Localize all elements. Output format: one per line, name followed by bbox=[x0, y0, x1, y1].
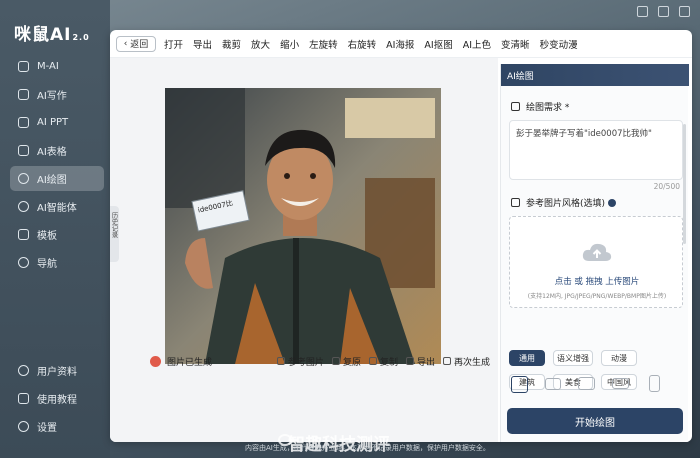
tool-ai-poster[interactable]: AI海报 bbox=[386, 37, 414, 51]
edit-icon bbox=[511, 102, 520, 111]
book-icon bbox=[18, 393, 29, 404]
panel-scrollbar[interactable] bbox=[683, 124, 686, 244]
reference-style-label: 参考图片风格(选填) bbox=[511, 196, 616, 209]
maximize-icon[interactable] bbox=[658, 6, 669, 17]
ratio-1-1[interactable] bbox=[511, 376, 528, 393]
image-action-bar: 图片已生成 参考图片 复原 复制 导出 再次生成 bbox=[140, 352, 490, 370]
table-icon bbox=[18, 145, 29, 156]
refresh-icon bbox=[442, 357, 451, 365]
upload-hint: (支持12M内, JPG/JPEG/PNG/WEBP/BMP图片上传) bbox=[527, 293, 667, 300]
sidebar-item-label: 使用教程 bbox=[37, 395, 77, 406]
back-button[interactable]: ‹ 返回 bbox=[116, 35, 156, 52]
drawing-settings-panel: AI绘图 绘图需求 * 彭于晏举牌子写着"ide0007比我帅" 20/500 … bbox=[500, 64, 689, 442]
sidebar-item-nav[interactable]: 导航 bbox=[10, 250, 104, 275]
pen-icon bbox=[18, 89, 29, 100]
ratio-4-3[interactable] bbox=[545, 378, 561, 390]
generation-status: 图片已生成 bbox=[150, 355, 212, 368]
sidebar-item-label: AI写作 bbox=[37, 91, 67, 102]
upload-instruction: 点击 或 拖拽 上传图片 bbox=[554, 277, 640, 287]
generated-photo-illustration: ide0007比 bbox=[165, 88, 441, 364]
ratio-3-2[interactable] bbox=[578, 377, 595, 390]
sidebar-item-label: AI绘图 bbox=[37, 175, 67, 186]
toolbar: ‹ 返回 打开 导出 裁剪 放大 缩小 左旋转 右旋转 AI海报 AI抠图 AI… bbox=[110, 30, 692, 58]
export-button[interactable]: 导出 bbox=[405, 355, 435, 368]
sidebar-item-ai-ppt[interactable]: AI PPT bbox=[10, 110, 104, 135]
app-logo: 咪鼠AI2.0 bbox=[14, 25, 90, 45]
sidebar-item-label: 模板 bbox=[37, 231, 57, 242]
sidebar-item-label: 用户资料 bbox=[37, 367, 77, 378]
palette-icon bbox=[18, 173, 29, 184]
ppt-icon bbox=[18, 117, 29, 128]
style-semantic[interactable]: 语义增强 bbox=[553, 350, 593, 366]
copy-icon bbox=[368, 357, 377, 365]
tool-zoom-out[interactable]: 缩小 bbox=[280, 37, 299, 51]
tool-export[interactable]: 导出 bbox=[193, 37, 212, 51]
char-counter: 20/500 bbox=[653, 182, 680, 191]
sidebar-item-label: M-AI bbox=[37, 61, 59, 72]
status-text: 图片已生成 bbox=[167, 357, 213, 368]
tool-ai-colorize[interactable]: AI上色 bbox=[463, 37, 491, 51]
sidebar-item-tutorial[interactable]: 使用教程 bbox=[10, 386, 104, 411]
sidebar-item-label: AI智能体 bbox=[37, 203, 77, 214]
upload-cloud-icon bbox=[582, 243, 612, 261]
sidebar-item-label: 导航 bbox=[37, 259, 57, 270]
robot-icon bbox=[18, 201, 29, 212]
status-icon bbox=[150, 355, 161, 367]
canvas-area: 历史记录 ide0007比 bbox=[110, 58, 498, 442]
download-icon bbox=[405, 357, 414, 365]
start-drawing-button[interactable]: 开始绘图 bbox=[507, 408, 683, 434]
minimize-icon[interactable] bbox=[637, 6, 648, 17]
sidebar-item-label: AI表格 bbox=[37, 147, 67, 158]
ratio-9-16[interactable] bbox=[649, 375, 660, 392]
ratio-16-9[interactable] bbox=[612, 378, 629, 389]
sidebar-item-ai-writing[interactable]: AI写作 bbox=[10, 82, 104, 107]
tool-open[interactable]: 打开 bbox=[164, 37, 183, 51]
tool-ai-cutout[interactable]: AI抠图 bbox=[424, 37, 452, 51]
user-icon bbox=[18, 365, 29, 376]
sidebar-item-settings[interactable]: 设置 bbox=[10, 414, 104, 439]
sidebar-item-ai-agent[interactable]: AI智能体 bbox=[10, 194, 104, 219]
image-upload-dropzone[interactable]: 点击 或 拖拽 上传图片 (支持12M内, JPG/JPEG/PNG/WEBP/… bbox=[509, 216, 683, 308]
info-icon[interactable] bbox=[607, 198, 616, 207]
prompt-textarea[interactable]: 彭于晏举牌子写着"ide0007比我帅" bbox=[509, 120, 683, 180]
sidebar: 咪鼠AI2.0 M-AI AI写作 AI PPT AI表格 AI绘图 AI智能体… bbox=[0, 0, 110, 458]
disclaimer-text: 内容由AI生成，不代表我方立场。本平台不记录用户数据，保护用户数据安全。 bbox=[245, 444, 490, 452]
prompt-label: 绘图需求 * bbox=[511, 100, 569, 113]
sidebar-item-ai-drawing[interactable]: AI绘图 bbox=[10, 166, 104, 191]
restore-icon bbox=[331, 357, 340, 365]
app-window: 咪鼠AI2.0 M-AI AI写作 AI PPT AI表格 AI绘图 AI智能体… bbox=[0, 0, 700, 458]
tool-rotate-right[interactable]: 右旋转 bbox=[348, 37, 377, 51]
compass-icon bbox=[18, 257, 29, 268]
generated-image[interactable]: ide0007比 bbox=[165, 88, 441, 364]
sidebar-item-ai-table[interactable]: AI表格 bbox=[10, 138, 104, 163]
regenerate-button[interactable]: 再次生成 bbox=[442, 355, 490, 368]
close-icon[interactable] bbox=[679, 6, 690, 17]
sidebar-item-profile[interactable]: 用户资料 bbox=[10, 358, 104, 383]
tool-zoom-in[interactable]: 放大 bbox=[251, 37, 270, 51]
copy-button[interactable]: 复制 bbox=[368, 355, 398, 368]
style-general[interactable]: 通用 bbox=[509, 350, 545, 366]
sidebar-item-m-ai[interactable]: M-AI bbox=[10, 54, 104, 79]
sidebar-item-label: AI PPT bbox=[37, 117, 69, 128]
main-panel: ‹ 返回 打开 导出 裁剪 放大 缩小 左旋转 右旋转 AI海报 AI抠图 AI… bbox=[110, 30, 692, 442]
tool-sharpen[interactable]: 变清晰 bbox=[501, 37, 530, 51]
style-anime[interactable]: 动漫 bbox=[601, 350, 637, 366]
tool-anime[interactable]: 秒变动漫 bbox=[540, 37, 578, 51]
gear-icon bbox=[18, 421, 29, 432]
template-icon bbox=[18, 229, 29, 240]
restore-button[interactable]: 复原 bbox=[331, 355, 361, 368]
sidebar-item-template[interactable]: 模板 bbox=[10, 222, 104, 247]
panel-header: AI绘图 bbox=[501, 64, 689, 86]
image-icon bbox=[511, 198, 520, 207]
history-collapse-tab[interactable]: 历史记录 bbox=[110, 206, 119, 262]
reference-image-button[interactable]: 参考图片 bbox=[276, 355, 324, 368]
sidebar-item-label: 设置 bbox=[37, 423, 57, 434]
tool-rotate-left[interactable]: 左旋转 bbox=[309, 37, 338, 51]
image-icon bbox=[276, 357, 285, 365]
ai-chip-icon bbox=[18, 61, 29, 72]
tool-crop[interactable]: 裁剪 bbox=[222, 37, 241, 51]
